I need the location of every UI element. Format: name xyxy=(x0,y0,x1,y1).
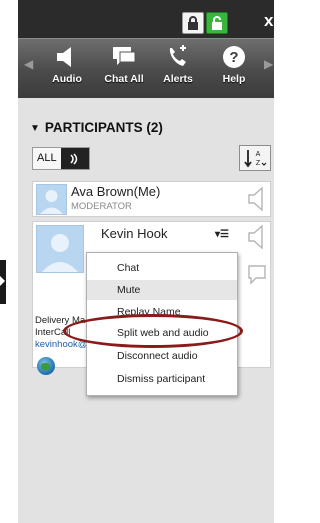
alerts-label: Alerts xyxy=(163,73,193,85)
help-icon: ? xyxy=(223,46,245,68)
speaker-muted-icon[interactable] xyxy=(247,224,267,250)
participant-name: Kevin Hook xyxy=(101,226,168,241)
chat-all-label: Chat All xyxy=(104,73,144,85)
toolbar: ◀ Audio Chat All Alerts ? Help ▶ xyxy=(18,38,274,99)
collapse-tab[interactable] xyxy=(0,260,6,304)
menu-item-mute[interactable]: Mute xyxy=(87,280,237,300)
avatar xyxy=(36,225,84,273)
chat-bubble-icon[interactable] xyxy=(247,264,267,286)
participants-header[interactable]: ▼ PARTICIPANTS (2) xyxy=(30,120,163,135)
participants-title: PARTICIPANTS (2) xyxy=(44,120,163,135)
globe-icon xyxy=(37,357,55,375)
speaker-muted-icon[interactable] xyxy=(247,186,267,212)
chat-all-button[interactable]: Chat All xyxy=(100,45,148,85)
participants-panel-window: x ◀ Audio Chat All Alerts ? Help ▶ ▼ PAR… xyxy=(0,0,274,523)
menu-item-disconnect-audio[interactable]: Disconnect audio xyxy=(87,346,237,366)
audio-button[interactable]: Audio xyxy=(43,45,91,85)
menu-item-chat[interactable]: Chat xyxy=(87,258,237,278)
sort-az-button[interactable]: A Z xyxy=(239,145,271,171)
help-button[interactable]: ? Help xyxy=(210,45,258,85)
participant-row[interactable]: Ava Brown(Me) MODERATOR xyxy=(32,181,271,217)
lock-icon[interactable] xyxy=(182,12,204,34)
chat-icon xyxy=(113,47,136,65)
title-bar: x xyxy=(18,0,274,38)
unlock-icon[interactable] xyxy=(206,12,228,34)
svg-text:A: A xyxy=(256,151,261,158)
filter-all-button[interactable]: ALL xyxy=(32,147,90,170)
audio-waves-icon xyxy=(60,148,89,169)
audio-label: Audio xyxy=(52,73,82,85)
avatar xyxy=(36,184,67,215)
phone-alert-icon xyxy=(169,45,186,66)
collapse-triangle-icon: ▼ xyxy=(30,123,40,134)
menu-item-dismiss-participant[interactable]: Dismiss participant xyxy=(87,369,237,389)
scroll-left-icon[interactable]: ◀ xyxy=(24,57,33,71)
svg-text:Z: Z xyxy=(256,160,261,167)
annotation-circle xyxy=(63,314,243,348)
help-label: Help xyxy=(222,73,246,85)
speaker-icon xyxy=(57,47,71,67)
scroll-right-icon[interactable]: ▶ xyxy=(264,57,273,71)
participant-role: MODERATOR xyxy=(71,201,132,212)
svg-text:?: ? xyxy=(229,49,238,66)
filter-all-label: ALL xyxy=(37,152,57,164)
participant-name: Ava Brown(Me) xyxy=(71,184,161,199)
alerts-button[interactable]: Alerts xyxy=(154,45,202,85)
sort-az-icon: A Z xyxy=(244,150,267,168)
close-button[interactable]: x xyxy=(264,11,273,31)
participant-menu-button[interactable]: ▾☰ xyxy=(215,229,229,240)
